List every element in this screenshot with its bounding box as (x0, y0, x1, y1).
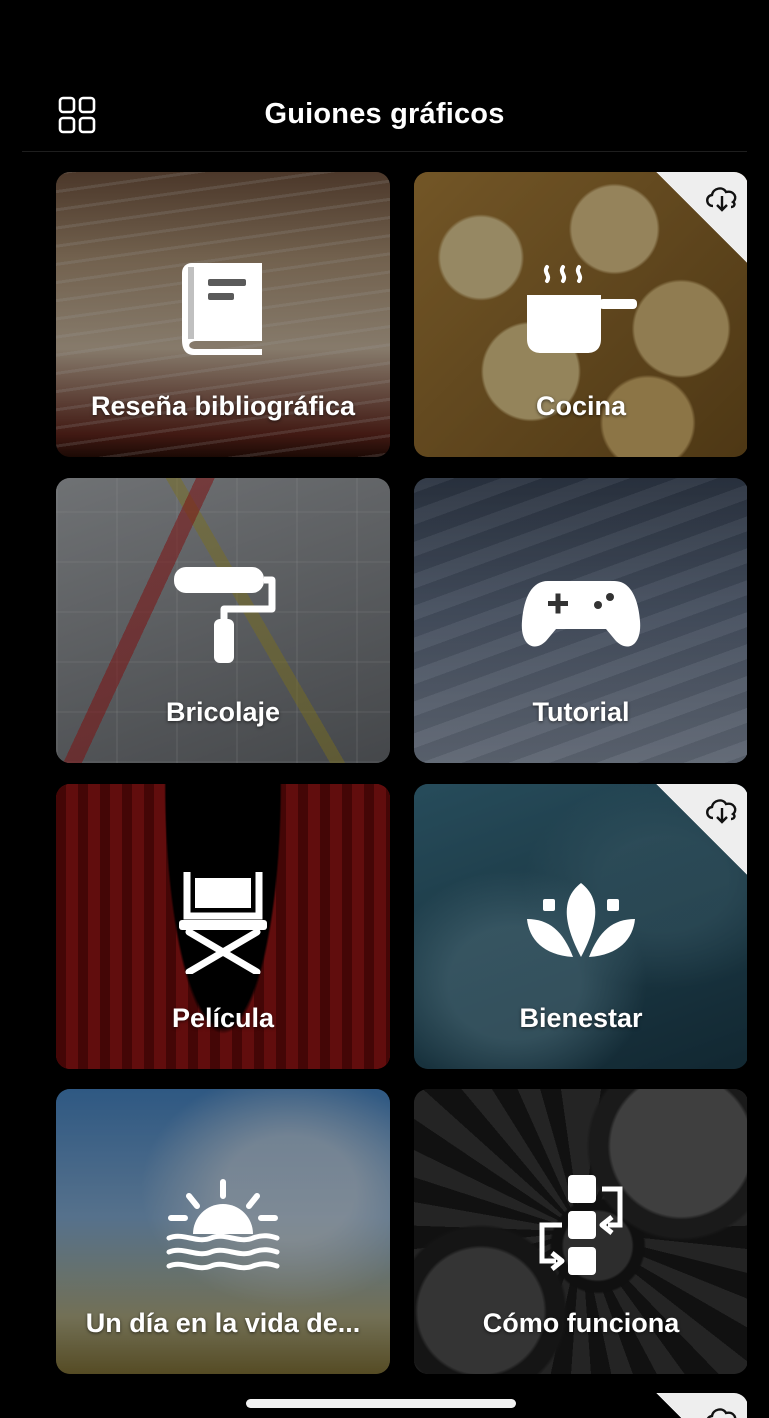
tile-label: Película (171, 1003, 275, 1033)
sunrise-icon (56, 1171, 390, 1281)
tile-un-dia-en-la-vida[interactable]: Un día en la vida de... (56, 1089, 390, 1374)
tile-label: Bricolaje (165, 697, 281, 727)
tile-bricolaje[interactable]: Bricolaje (56, 478, 390, 763)
process-flow-icon (414, 1171, 747, 1281)
tile-label: Cocina (535, 391, 627, 421)
book-icon (56, 254, 390, 364)
download-badge[interactable] (656, 1393, 747, 1418)
gamepad-icon (414, 560, 747, 670)
tile-label: Reseña bibliográfica (90, 391, 356, 421)
download-badge[interactable] (656, 784, 747, 876)
cloud-download-icon (702, 182, 742, 214)
tile-resena-bibliografica[interactable]: Reseña bibliográfica (56, 172, 390, 457)
paint-roller-icon (56, 560, 390, 670)
tile-label: Un día en la vida de... (85, 1308, 361, 1338)
tile-tutorial[interactable]: Tutorial (414, 478, 747, 763)
cloud-download-icon (702, 1403, 742, 1418)
page-title: Guiones gráficos (264, 98, 505, 130)
tile-label: Bienestar (519, 1003, 643, 1033)
tile-label: Cómo funciona (482, 1308, 680, 1338)
tile-cocina[interactable]: Cocina (414, 172, 747, 457)
top-bar: Guiones gráficos (22, 70, 747, 152)
tile-como-funciona[interactable]: Cómo funciona (414, 1089, 747, 1374)
cloud-download-icon (702, 794, 742, 826)
cooking-pot-icon (414, 254, 747, 364)
director-chair-icon (56, 866, 390, 976)
storyboards-screen: Guiones gráficos Reseña bibliográfica Co… (22, 0, 747, 1418)
tile-pelicula[interactable]: Película (56, 784, 390, 1069)
lotus-icon (414, 866, 747, 976)
tile-label: Tutorial (532, 697, 630, 727)
tile-bienestar[interactable]: Bienestar (414, 784, 747, 1069)
download-badge[interactable] (656, 172, 747, 264)
home-indicator[interactable] (246, 1399, 516, 1408)
